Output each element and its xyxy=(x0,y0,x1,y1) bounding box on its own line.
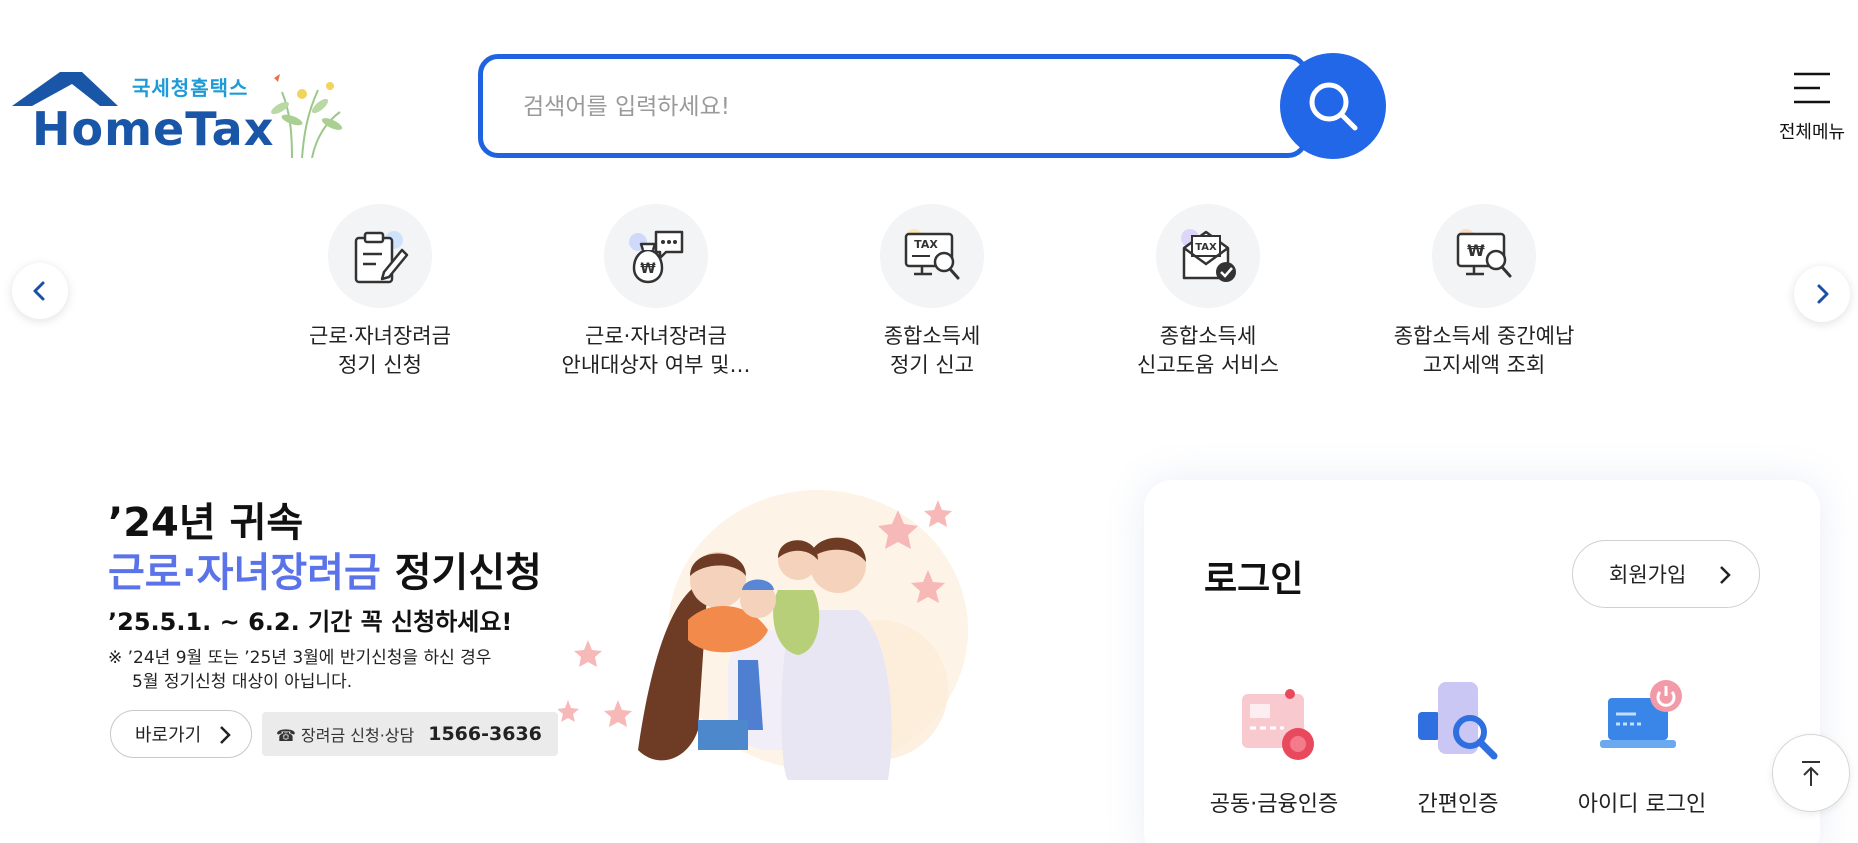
hometax-logo[interactable]: 국세청홈택스 HomeTax xyxy=(12,68,352,158)
clipboard-pen-icon xyxy=(328,204,432,308)
signup-button[interactable]: 회원가입 xyxy=(1572,540,1760,608)
quick-service-label-line2: 정기 신청 xyxy=(338,353,422,377)
carousel-prev-button[interactable] xyxy=(12,263,68,319)
arrow-up-icon xyxy=(1802,761,1820,786)
quick-service-label-line2: 고지세액 조회 xyxy=(1422,353,1546,377)
banner-note-line2: 5월 정기신청 대상이 아닙니다. xyxy=(132,672,353,692)
banner-note: ※ ’24년 9월 또는 ’25년 3월에 반기신청을 하신 경우 5월 정기신… xyxy=(108,646,491,694)
banner-go-button[interactable]: 바로가기 xyxy=(110,710,252,758)
quick-service-item[interactable]: ₩ 근로·자녀장려금 안내대상자 여부 및… xyxy=(536,204,776,380)
id-login-button[interactable]: 아이디 로그인 xyxy=(1552,672,1732,818)
family-illustration xyxy=(558,490,968,780)
id-login-label: 아이디 로그인 xyxy=(1577,792,1707,817)
quick-service-label-line2: 정기 신고 xyxy=(890,353,974,377)
chevron-right-icon xyxy=(1720,566,1731,584)
quick-service-item[interactable]: TAX 종합소득세 정기 신고 xyxy=(812,204,1052,380)
quick-service-label-line1: 근로·자녀장려금 xyxy=(309,324,451,348)
simple-auth-label: 간편인증 xyxy=(1417,792,1499,817)
phone-number: 1566-3636 xyxy=(428,723,542,745)
quick-service-label-line1: 근로·자녀장려금 xyxy=(585,324,727,348)
scroll-top-button[interactable] xyxy=(1772,734,1850,812)
search-button[interactable] xyxy=(1280,53,1386,159)
banner-main-title: 근로·자녀장려금 정기신청 xyxy=(108,540,542,598)
quick-service-item[interactable]: TAX 종합소득세 신고도움 서비스 xyxy=(1088,204,1328,380)
chevron-right-icon xyxy=(220,726,231,744)
all-menu-label: 전체메뉴 xyxy=(1778,122,1846,143)
tax-monitor-search-icon: TAX xyxy=(880,204,984,308)
banner-go-label: 바로가기 xyxy=(135,725,202,746)
carousel-next-button[interactable] xyxy=(1794,266,1850,322)
all-menu-button[interactable]: 전체메뉴 xyxy=(1772,66,1852,146)
svg-text:₩: ₩ xyxy=(1467,241,1485,260)
login-card: 로그인 회원가입 공동·금융인증 간편인증 아이디 로그인 xyxy=(1144,480,1820,843)
certificate-card-icon xyxy=(1224,672,1324,772)
certificate-login-button[interactable]: 공동·금융인증 xyxy=(1184,672,1364,818)
phone-search-icon xyxy=(1408,672,1508,772)
svg-text:₩: ₩ xyxy=(640,261,656,277)
quick-service-label-line1: 종합소득세 중간예납 xyxy=(1393,324,1575,348)
chevron-left-icon xyxy=(33,281,45,301)
phone-label: ☎ 장려금 신청·상담 xyxy=(276,726,415,745)
search-input[interactable] xyxy=(523,89,1223,125)
tax-envelope-check-icon: TAX xyxy=(1156,204,1260,308)
banner-title-rest: 정기신청 xyxy=(380,550,542,596)
laptop-power-icon xyxy=(1592,672,1692,772)
search-box xyxy=(478,54,1308,158)
login-title: 로그인 xyxy=(1204,559,1304,600)
quick-service-item[interactable]: 근로·자녀장려금 정기 신청 xyxy=(260,204,500,380)
quick-service-label-line2: 안내대상자 여부 및… xyxy=(561,353,751,377)
banner-phone-info: ☎ 장려금 신청·상담 1566-3636 xyxy=(262,712,558,756)
quick-service-label-line1: 종합소득세 xyxy=(883,324,981,348)
plant-decoration-icon xyxy=(271,74,343,158)
certificate-login-label: 공동·금융인증 xyxy=(1209,792,1339,817)
logo-title: HomeTax xyxy=(32,102,275,156)
money-bag-chat-icon: ₩ xyxy=(604,204,708,308)
main-banner[interactable]: ’24년 귀속 근로·자녀장려금 정기신청 ’25.5.1. ~ 6.2. 기간… xyxy=(90,480,1060,790)
search-icon xyxy=(1309,82,1358,131)
quick-service-label-line2: 신고도움 서비스 xyxy=(1137,353,1279,377)
logo-subtitle: 국세청홈택스 xyxy=(132,76,249,100)
banner-note-line1: ※ ’24년 9월 또는 ’25년 3월에 반기신청을 하신 경우 xyxy=(108,648,492,668)
quick-service-label-line1: 종합소득세 xyxy=(1159,324,1257,348)
simple-auth-button[interactable]: 간편인증 xyxy=(1368,672,1548,818)
banner-period: ’25.5.1. ~ 6.2. 기간 꼭 신청하세요! xyxy=(108,608,513,636)
hamburger-icon xyxy=(1794,72,1830,104)
svg-text:TAX: TAX xyxy=(1195,242,1217,253)
won-monitor-search-icon: ₩ xyxy=(1432,204,1536,308)
banner-title-highlight: 근로·자녀장려금 xyxy=(108,550,381,596)
signup-label: 회원가입 xyxy=(1609,563,1687,587)
quick-service-item[interactable]: ₩ 종합소득세 중간예납 고지세액 조회 xyxy=(1364,204,1604,380)
chevron-right-icon xyxy=(1817,284,1829,304)
svg-text:TAX: TAX xyxy=(914,238,938,251)
